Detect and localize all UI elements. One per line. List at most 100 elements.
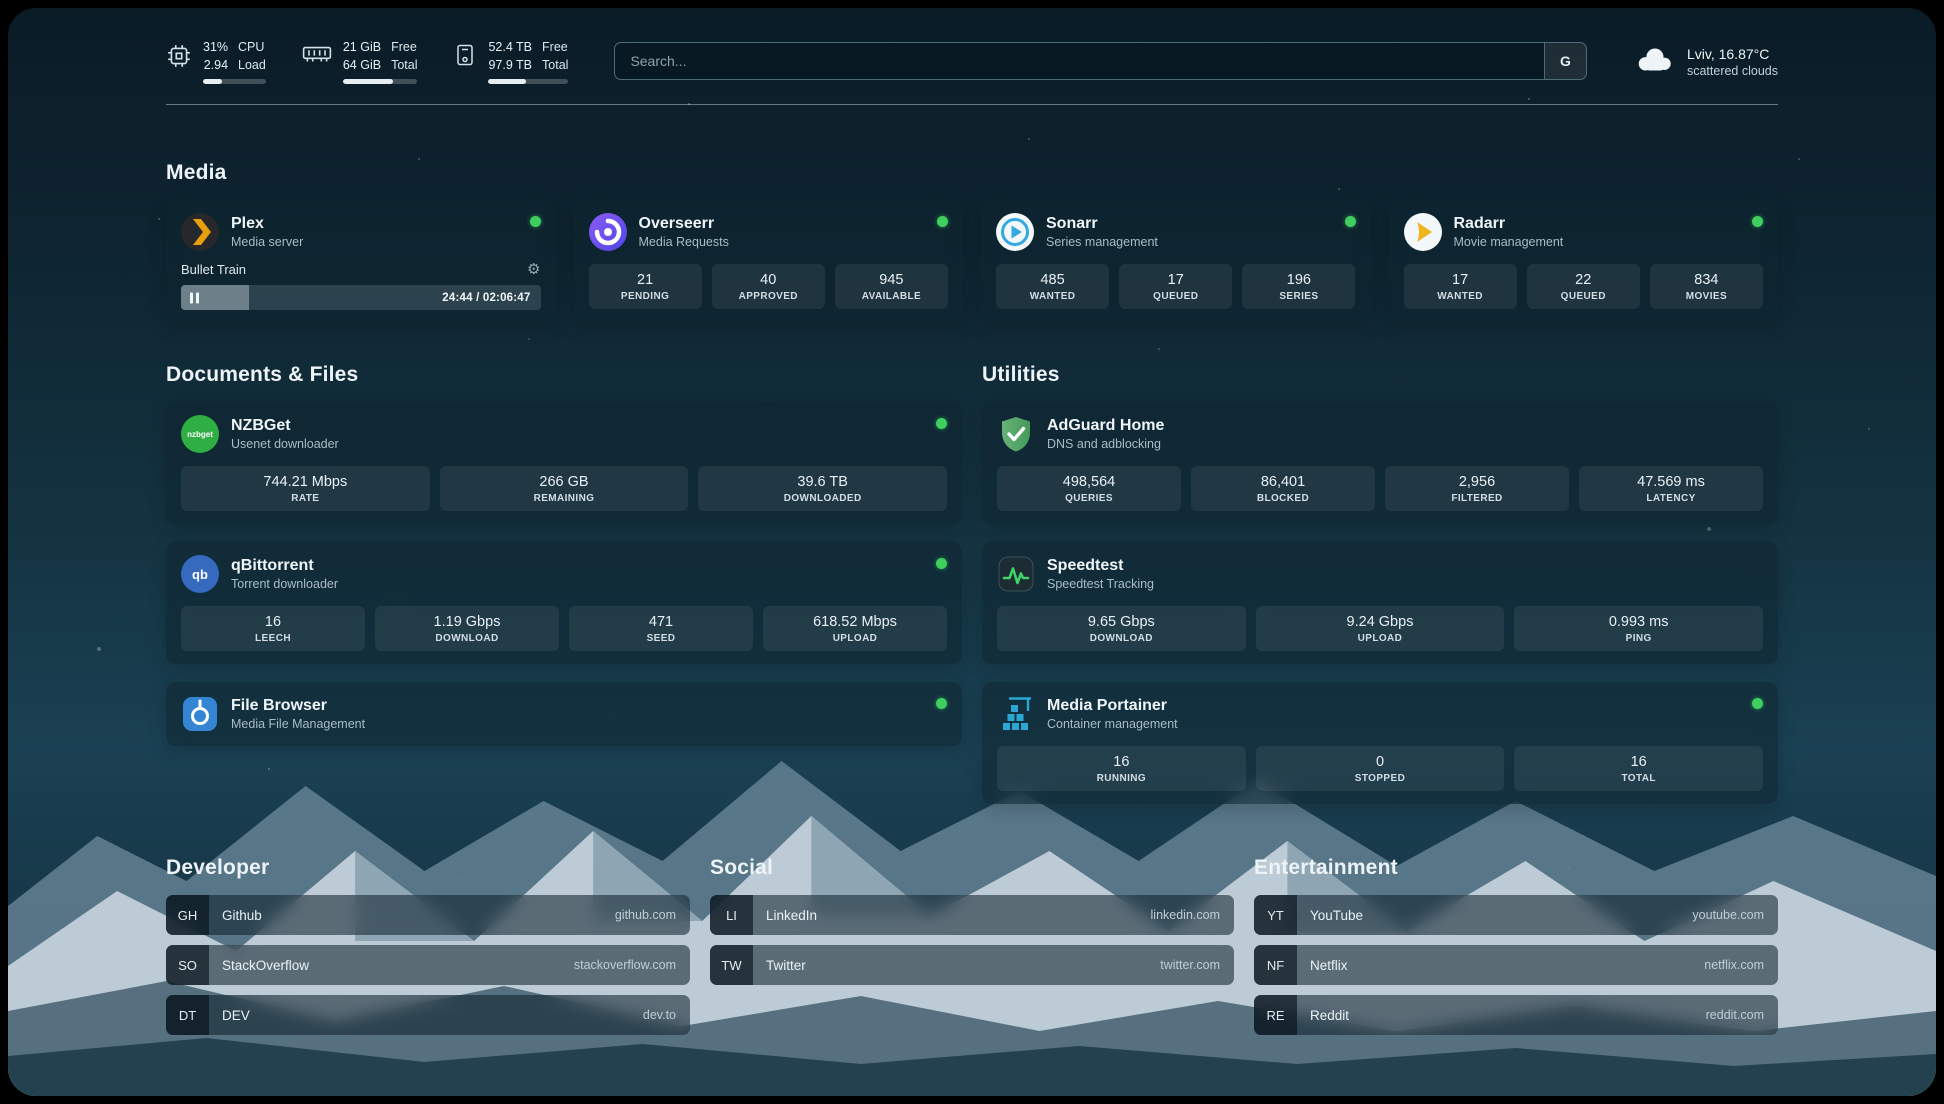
top-bar: 31% CPU 2.94 Load — [166, 8, 1778, 84]
radarr-icon — [1404, 213, 1442, 251]
adguard-icon — [997, 415, 1035, 453]
service-card-adguard[interactable]: AdGuard Home DNS and adblocking 498,564Q… — [982, 402, 1778, 524]
nzbget-stat-downloaded: 39.6 TBDOWNLOADED — [698, 466, 947, 511]
bookmark-abbr: YT — [1254, 895, 1297, 935]
service-card-sonarr[interactable]: Sonarr Series management 485WANTED 17QUE… — [981, 200, 1371, 323]
section-title-media: Media — [166, 161, 1778, 185]
memory-total-label: Total — [391, 56, 417, 74]
service-name: AdGuard Home — [1047, 416, 1164, 437]
memory-icon — [302, 43, 332, 65]
service-name: Media Portainer — [1047, 696, 1178, 717]
radarr-stat-movies: 834MOVIES — [1650, 264, 1763, 309]
bookmark-name: LinkedIn — [766, 908, 817, 923]
adguard-stat-latency: 47.569 msLATENCY — [1579, 466, 1763, 511]
weather-location: Lviv, 16.87°C — [1687, 45, 1778, 64]
status-dot — [1752, 698, 1763, 709]
bookmark-url: twitter.com — [1160, 958, 1220, 972]
playback-time: 24:44 / 02:06:47 — [442, 292, 530, 304]
weather-widget: Lviv, 16.87°C scattered clouds — [1633, 44, 1778, 79]
bookmark-dev[interactable]: DT DEV dev.to — [166, 995, 690, 1035]
service-desc: Speedtest Tracking — [1047, 577, 1154, 593]
cpu-meter — [203, 79, 266, 84]
portainer-icon — [997, 695, 1035, 733]
disk-free: 52.4 TB — [488, 38, 532, 56]
bookmark-name: YouTube — [1310, 908, 1363, 923]
bookmark-github[interactable]: GH Github github.com — [166, 895, 690, 935]
bookmark-youtube[interactable]: YT YouTube youtube.com — [1254, 895, 1778, 935]
section-title-developer: Developer — [166, 856, 690, 880]
bookmark-name: Twitter — [766, 958, 806, 973]
memory-meter — [343, 79, 418, 84]
svg-text:qb: qb — [192, 567, 208, 582]
disk-monitor: 52.4 TB Free 97.9 TB Total — [453, 38, 568, 84]
status-dot — [936, 558, 947, 569]
service-card-plex[interactable]: Plex Media server Bullet Train ⚙ 24:44 /… — [166, 200, 556, 323]
dashboard-content: 31% CPU 2.94 Load — [8, 8, 1936, 1096]
service-card-nzbget[interactable]: nzbget NZBGet Usenet downloader — [166, 402, 962, 524]
nzbget-icon: nzbget — [181, 415, 219, 453]
section-bookmarks: Developer GH Github github.com SO StackO… — [166, 856, 1778, 1035]
gear-icon[interactable]: ⚙ — [527, 262, 540, 277]
bookmark-linkedin[interactable]: LI LinkedIn linkedin.com — [710, 895, 1234, 935]
service-card-filebrowser[interactable]: File Browser Media File Management — [166, 682, 962, 746]
weather-condition: scattered clouds — [1687, 64, 1778, 78]
bookmark-url: github.com — [615, 908, 676, 922]
bookmark-abbr: LI — [710, 895, 753, 935]
portainer-stat-total: 16TOTAL — [1514, 746, 1763, 791]
service-card-overseerr[interactable]: Overseerr Media Requests 21PENDING 40APP… — [574, 200, 964, 323]
speedtest-stat-download: 9.65 GbpsDOWNLOAD — [997, 606, 1246, 651]
radarr-stat-queued: 22QUEUED — [1527, 264, 1640, 309]
column-documents: Documents & Files nzbget — [166, 363, 962, 746]
service-name: Radarr — [1454, 214, 1564, 235]
section-media: Media Plex Media server — [166, 161, 1778, 323]
adguard-stat-filtered: 2,956FILTERED — [1385, 466, 1569, 511]
service-card-speedtest[interactable]: Speedtest Speedtest Tracking 9.65 GbpsDO… — [982, 542, 1778, 664]
search-input[interactable] — [615, 43, 1544, 79]
service-desc: Media Requests — [639, 235, 729, 251]
service-desc: Media File Management — [231, 717, 365, 733]
bookmarks-entertainment: Entertainment YT YouTube youtube.com NF … — [1254, 856, 1778, 1035]
service-desc: Usenet downloader — [231, 437, 339, 453]
speedtest-icon — [997, 555, 1035, 593]
pause-button[interactable] — [190, 292, 199, 303]
service-card-qbittorrent[interactable]: qb qBittorrent Torrent downloader — [166, 542, 962, 664]
column-utilities: Utilities — [982, 363, 1778, 804]
bookmark-name: Netflix — [1310, 958, 1348, 973]
dashboard-screen: 31% CPU 2.94 Load — [8, 8, 1936, 1096]
sonarr-icon — [996, 213, 1034, 251]
playback-progress-bar[interactable]: 24:44 / 02:06:47 — [181, 285, 541, 310]
portainer-stat-running: 16RUNNING — [997, 746, 1246, 791]
memory-monitor: 21 GiB Free 64 GiB Total — [302, 38, 418, 84]
sonarr-stat-series: 196SERIES — [1242, 264, 1355, 309]
overseerr-stat-available: 945AVAILABLE — [835, 264, 948, 309]
bookmark-abbr: RE — [1254, 995, 1297, 1035]
qbittorrent-stat-seed: 471SEED — [569, 606, 753, 651]
service-name: Sonarr — [1046, 214, 1158, 235]
service-desc: Movie management — [1454, 235, 1564, 251]
bookmark-abbr: DT — [166, 995, 209, 1035]
bookmark-url: netflix.com — [1704, 958, 1764, 972]
bookmark-twitter[interactable]: TW Twitter twitter.com — [710, 945, 1234, 985]
bookmark-stackoverflow[interactable]: SO StackOverflow stackoverflow.com — [166, 945, 690, 985]
service-name: File Browser — [231, 696, 365, 717]
adguard-stat-queries: 498,564QUERIES — [997, 466, 1181, 511]
bookmark-name: StackOverflow — [222, 958, 309, 973]
section-title-utilities: Utilities — [982, 363, 1778, 387]
service-card-radarr[interactable]: Radarr Movie management 17WANTED 22QUEUE… — [1389, 200, 1779, 323]
disk-total: 97.9 TB — [488, 56, 532, 74]
search-provider-button[interactable]: G — [1544, 43, 1586, 79]
status-dot — [936, 418, 947, 429]
portainer-stat-stopped: 0STOPPED — [1256, 746, 1505, 791]
cpu-monitor: 31% CPU 2.94 Load — [166, 38, 266, 84]
bookmark-reddit[interactable]: RE Reddit reddit.com — [1254, 995, 1778, 1035]
cpu-load: 2.94 — [203, 56, 228, 74]
bookmark-abbr: SO — [166, 945, 209, 985]
cpu-load-label: Load — [238, 56, 266, 74]
now-playing-title: Bullet Train — [181, 262, 246, 277]
service-card-portainer[interactable]: Media Portainer Container management 16R… — [982, 682, 1778, 804]
memory-free: 21 GiB — [343, 38, 381, 56]
sonarr-stat-queued: 17QUEUED — [1119, 264, 1232, 309]
bookmark-name: Github — [222, 908, 262, 923]
bookmark-netflix[interactable]: NF Netflix netflix.com — [1254, 945, 1778, 985]
service-name: qBittorrent — [231, 556, 338, 577]
